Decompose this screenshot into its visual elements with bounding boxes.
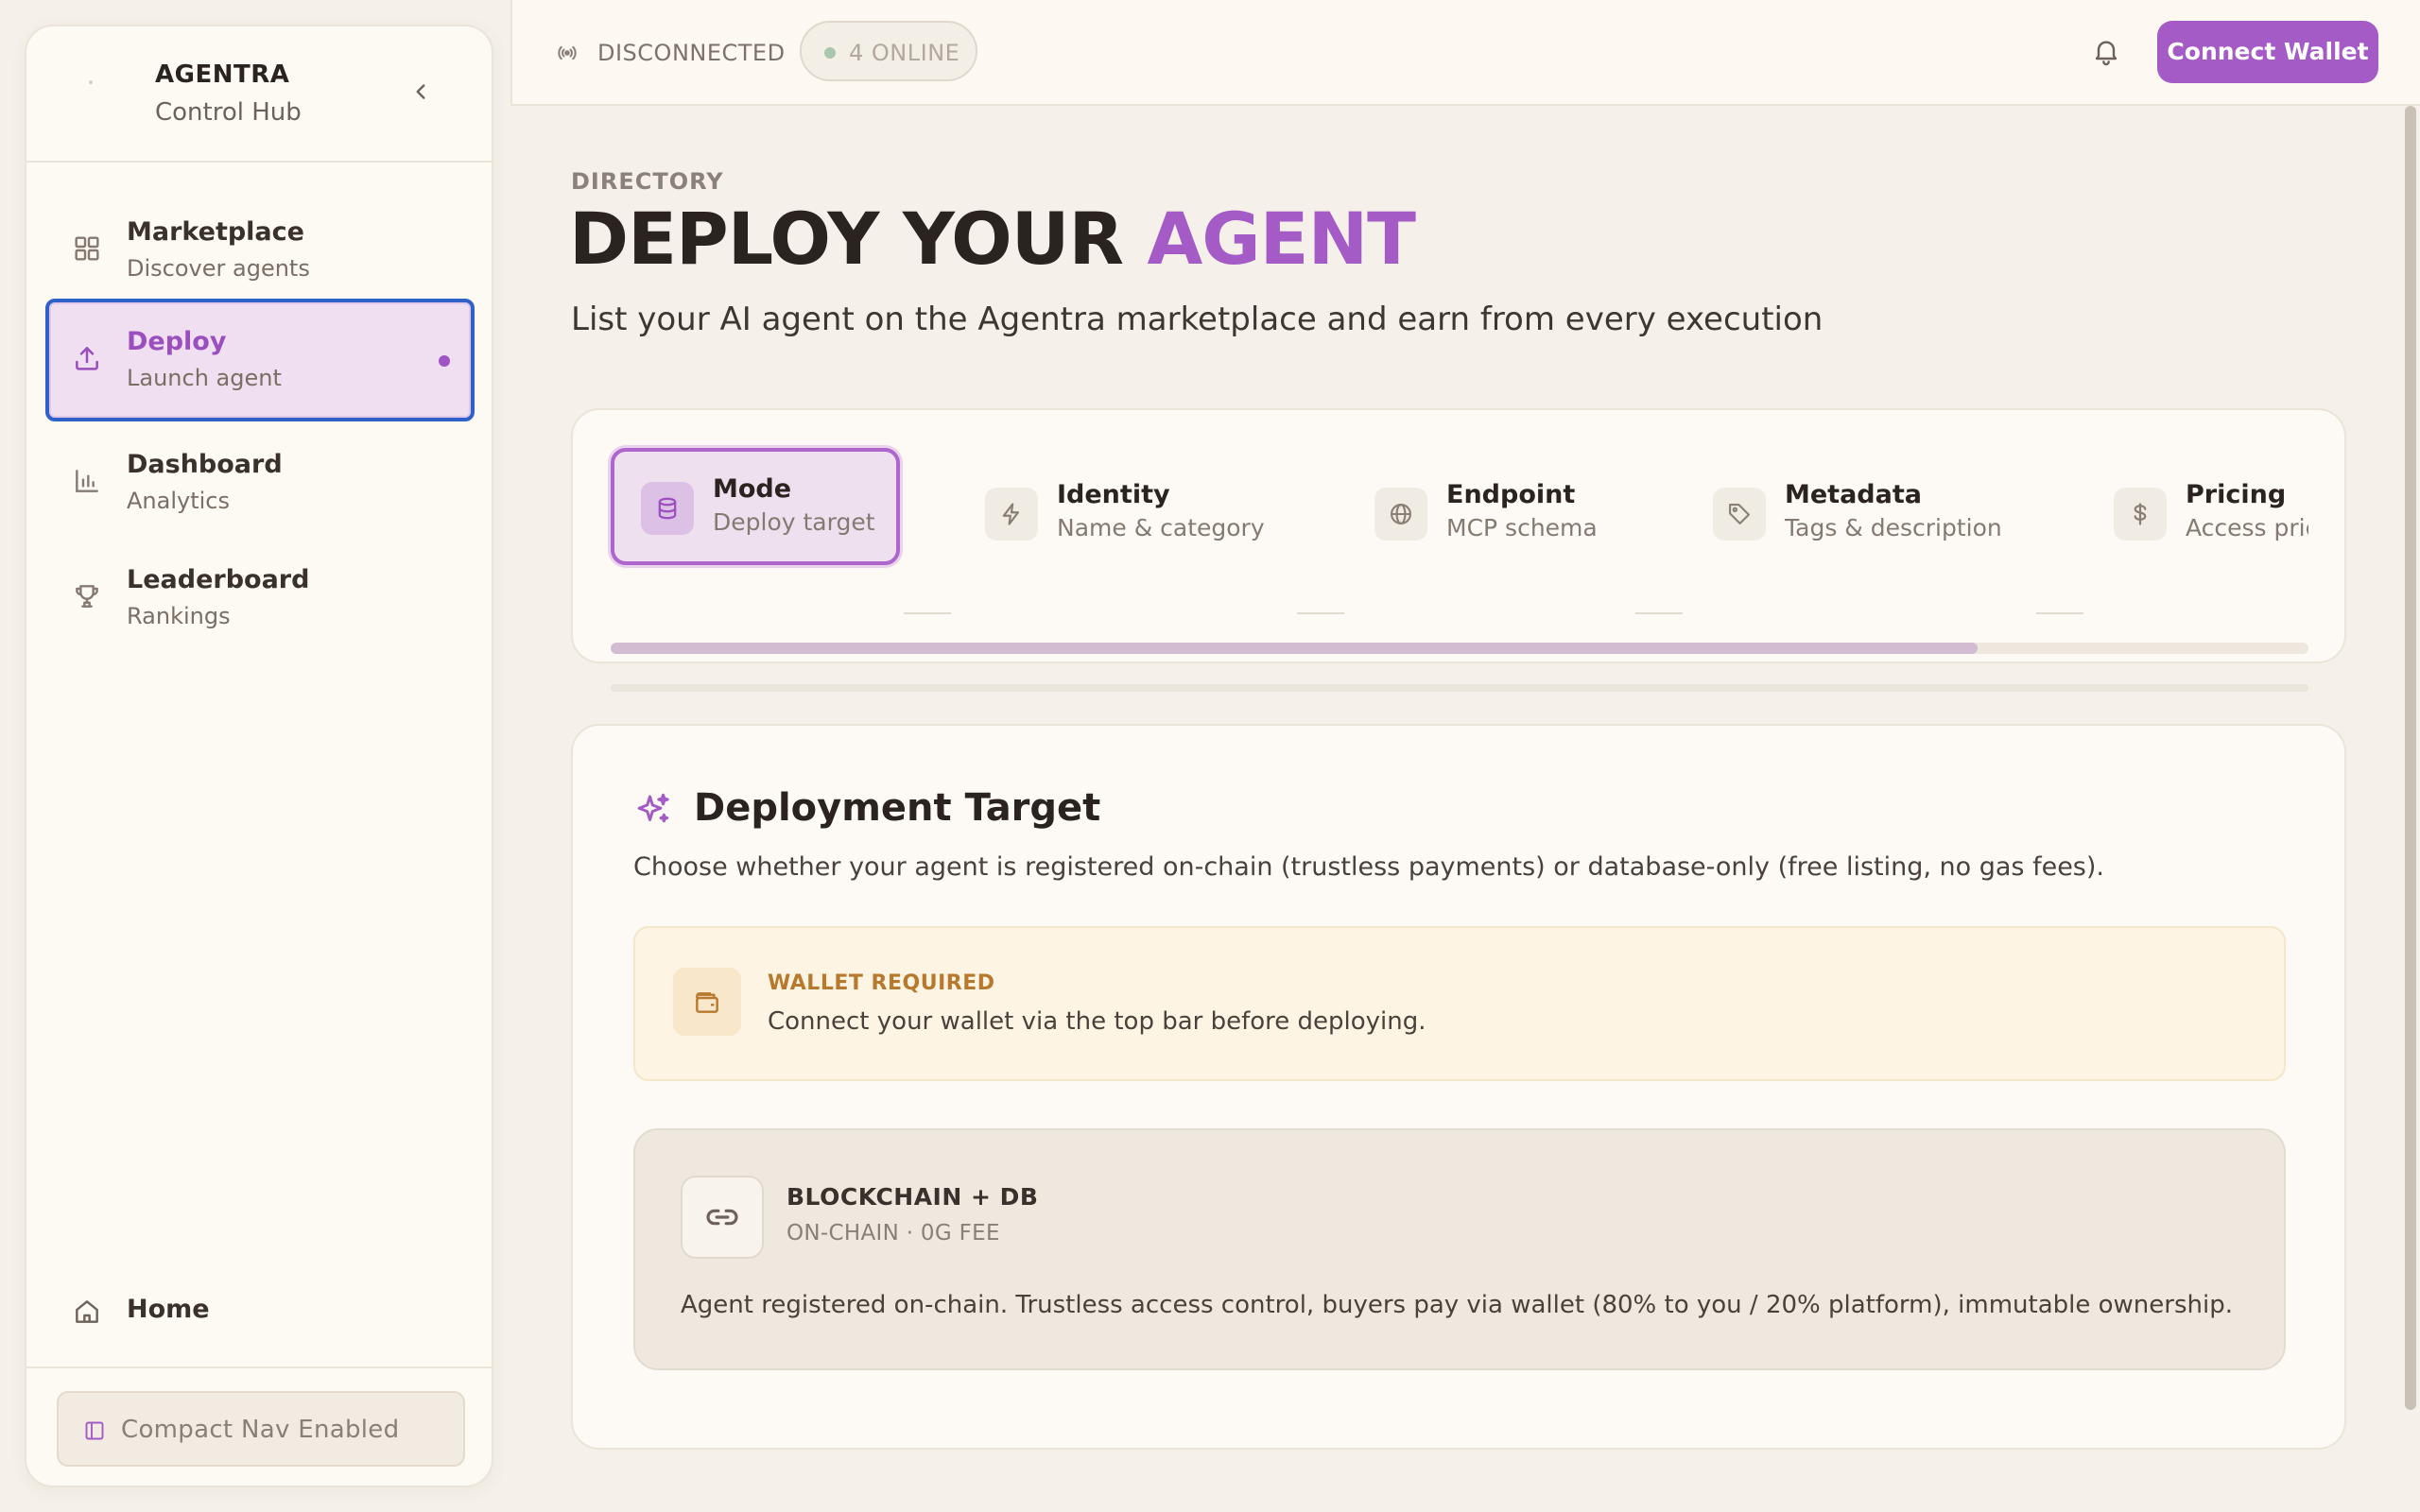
sidebar: AGENTRA Control Hub Marketplace Discover… bbox=[25, 25, 493, 1487]
stepper-scroll-thumb[interactable] bbox=[611, 643, 1978, 654]
sidebar-item-marketplace[interactable]: Marketplace Discover agents bbox=[45, 189, 475, 306]
wizard-stepper: Mode Deploy target Identity Name & categ… bbox=[571, 408, 2346, 692]
section-description: Choose whether your agent is registered … bbox=[633, 852, 2104, 882]
step-chip bbox=[1374, 488, 1427, 541]
step-sublabel: Access pric bbox=[2186, 514, 2308, 541]
page-title-accent: AGENT bbox=[1147, 197, 1416, 281]
sidebar-item-sublabel: Rankings bbox=[127, 603, 231, 629]
tag-icon bbox=[1729, 504, 1750, 524]
brand-subtitle: Control Hub bbox=[155, 98, 302, 127]
grid-icon bbox=[72, 233, 102, 264]
section-eyebrow: DIRECTORY bbox=[571, 168, 724, 195]
database-icon bbox=[658, 497, 677, 520]
section-title: Deployment Target bbox=[694, 786, 1101, 830]
connect-wallet-button[interactable]: Connect Wallet bbox=[2157, 21, 2378, 83]
sidebar-item-label: Dashboard bbox=[127, 450, 283, 479]
step-label: Pricing bbox=[2186, 480, 2287, 509]
step-sublabel: Tags & description bbox=[1785, 514, 2002, 541]
step-chip bbox=[2114, 488, 2167, 541]
sidebar-item-label: Home bbox=[127, 1295, 210, 1324]
sidebar-item-label: Leaderboard bbox=[127, 565, 310, 594]
compact-nav-label: Compact Nav Enabled bbox=[121, 1416, 400, 1444]
step-chip bbox=[641, 482, 694, 535]
bolt-icon bbox=[1002, 503, 1020, 525]
chevron-left-icon bbox=[416, 84, 425, 99]
globe-icon bbox=[1391, 504, 1411, 524]
step-connector bbox=[1635, 612, 1683, 614]
step-connector bbox=[2036, 612, 2083, 614]
step-sublabel: MCP schema bbox=[1446, 514, 1598, 541]
option-title: BLOCKCHAIN + DB bbox=[786, 1183, 1039, 1211]
alert-title: WALLET REQUIRED bbox=[768, 971, 995, 995]
notifications-button[interactable] bbox=[2091, 36, 2121, 66]
step-sublabel: Deploy target bbox=[713, 508, 875, 536]
sparkles-icon bbox=[633, 790, 673, 830]
step-label: Endpoint bbox=[1446, 480, 1576, 509]
main-content: DIRECTORY DEPLOY YOUR AGENT List your AI… bbox=[510, 106, 2420, 1512]
sidebar-item-deploy[interactable]: Deploy Launch agent bbox=[45, 299, 475, 421]
step-endpoint[interactable]: Endpoint MCP schema bbox=[1374, 452, 1658, 565]
step-chip bbox=[1713, 488, 1766, 541]
sidebar-panel-icon bbox=[83, 1419, 106, 1442]
step-chip bbox=[985, 488, 1038, 541]
option-subtitle: ON-CHAIN · 0G FEE bbox=[786, 1221, 1000, 1246]
compact-nav-toggle[interactable]: Compact Nav Enabled bbox=[57, 1391, 465, 1467]
option-blockchain-db[interactable]: BLOCKCHAIN + DB ON-CHAIN · 0G FEE Agent … bbox=[633, 1128, 2286, 1370]
sidebar-item-label: Marketplace bbox=[127, 217, 304, 247]
collapse-sidebar-button[interactable] bbox=[408, 79, 433, 104]
online-count-label: 4 ONLINE bbox=[849, 40, 960, 66]
step-identity[interactable]: Identity Name & category bbox=[985, 452, 1288, 565]
brand-title: AGENTRA bbox=[155, 60, 290, 89]
deployment-target-card: Deployment Target Choose whether your ag… bbox=[571, 724, 2346, 1450]
broadcast-icon bbox=[556, 42, 579, 64]
step-sublabel: Name & category bbox=[1057, 514, 1265, 541]
page-subtitle: List your AI agent on the Agentra market… bbox=[571, 301, 1824, 338]
sidebar-item-dashboard[interactable]: Dashboard Analytics bbox=[45, 421, 475, 539]
sidebar-item-sublabel: Analytics bbox=[127, 488, 230, 514]
step-metadata[interactable]: Metadata Tags & description bbox=[1713, 452, 2025, 565]
step-pricing[interactable]: Pricing Access pric bbox=[2114, 452, 2308, 565]
link-icon bbox=[706, 1209, 738, 1226]
wallet-required-alert: WALLET REQUIRED Connect your wallet via … bbox=[633, 926, 2286, 1081]
step-connector bbox=[904, 612, 951, 614]
brand-logo bbox=[89, 80, 93, 84]
trophy-icon bbox=[72, 581, 102, 611]
option-icon-chip bbox=[681, 1176, 764, 1259]
alert-text: Connect your wallet via the top bar befo… bbox=[768, 1007, 1426, 1036]
stepper-progress-track bbox=[611, 684, 2308, 692]
sidebar-divider bbox=[26, 1366, 492, 1368]
page-title-main: DEPLOY YOUR bbox=[569, 197, 1124, 281]
sidebar-item-home[interactable]: Home bbox=[45, 1274, 475, 1349]
bell-icon bbox=[2095, 41, 2118, 66]
online-count-badge: 4 ONLINE bbox=[800, 21, 977, 81]
sidebar-item-sublabel: Launch agent bbox=[127, 365, 282, 391]
home-icon bbox=[72, 1297, 102, 1327]
wallet-icon-chip bbox=[673, 968, 741, 1036]
step-label: Mode bbox=[713, 474, 792, 504]
online-dot bbox=[824, 47, 836, 59]
sidebar-item-leaderboard[interactable]: Leaderboard Rankings bbox=[45, 537, 475, 654]
dollar-icon bbox=[2134, 503, 2147, 525]
option-description: Agent registered on-chain. Trustless acc… bbox=[681, 1291, 2233, 1319]
step-label: Metadata bbox=[1785, 480, 1922, 509]
wallet-icon bbox=[696, 992, 718, 1013]
sidebar-item-sublabel: Discover agents bbox=[127, 255, 310, 282]
brand-header: AGENTRA Control Hub bbox=[26, 26, 492, 163]
connection-status-label: DISCONNECTED bbox=[597, 40, 786, 66]
sidebar-item-label: Deploy bbox=[127, 327, 227, 356]
step-label: Identity bbox=[1057, 480, 1170, 509]
page-scrollbar[interactable] bbox=[2405, 106, 2416, 1410]
page-title: DEPLOY YOUR AGENT bbox=[569, 197, 1416, 281]
stepper-scroll-track[interactable] bbox=[611, 643, 2308, 654]
bar-chart-icon bbox=[72, 466, 102, 496]
step-mode[interactable]: Mode Deploy target bbox=[611, 448, 900, 565]
topbar: DISCONNECTED 4 ONLINE Connect Wallet bbox=[510, 0, 2420, 106]
active-indicator-dot bbox=[439, 355, 450, 367]
step-connector bbox=[1297, 612, 1344, 614]
upload-icon bbox=[72, 343, 102, 373]
